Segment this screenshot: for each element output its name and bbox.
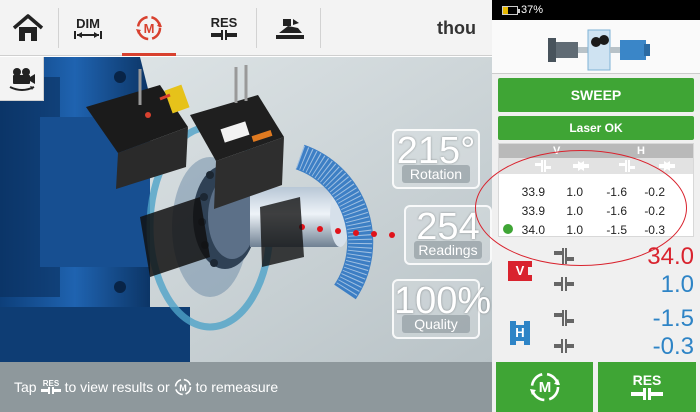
dim-label: DIM xyxy=(76,15,100,31)
table-header: V H xyxy=(499,144,693,158)
battery-icon xyxy=(502,5,520,15)
cell-v-offset: 33.9 xyxy=(521,185,545,199)
m-inline-icon: M xyxy=(173,377,193,397)
table-subheader xyxy=(499,158,693,174)
measure-button[interactable]: M xyxy=(120,0,178,56)
gap-coupling-icon xyxy=(573,161,589,171)
active-step-indicator xyxy=(122,53,176,56)
gap-coupling-icon xyxy=(554,277,574,291)
results-panel: 37% SWEEP Laser OK V H 33.9 1.0 -1.6 -0.… xyxy=(492,0,700,412)
cell-v-offset: 34.0 xyxy=(521,223,545,237)
offset-coupling-icon xyxy=(619,160,635,172)
cell-h-offset: -1.6 xyxy=(606,204,627,218)
instruction-bar: Tap RES to view results or M to remeasur… xyxy=(0,362,492,412)
sweep-button[interactable]: SWEEP xyxy=(498,78,694,112)
rotation-label: Rotation xyxy=(402,165,470,183)
home-button[interactable] xyxy=(0,0,56,56)
quality-label: Quality xyxy=(402,315,470,333)
remeasure-m-icon: M xyxy=(529,372,560,402)
res-label: RES xyxy=(210,14,238,30)
instruction-text-prefix: Tap xyxy=(14,379,37,395)
laser-status-badge: Laser OK xyxy=(498,116,694,140)
machine-train-button[interactable] xyxy=(262,0,318,56)
system-status-bar: 37% xyxy=(492,0,700,20)
measurement-3d-view[interactable]: 215° Rotation 254 Readings 100% Quality xyxy=(0,57,492,362)
quality-indicator: 100% Quality xyxy=(392,279,491,339)
cell-v-offset: 33.9 xyxy=(521,204,545,218)
cell-h-offset: -1.5 xyxy=(606,223,627,237)
res-inline-icon: RES xyxy=(40,378,62,396)
readings-table: V H 33.9 1.0 -1.6 -0.2 33.9 1.0 -1.6 -0.… xyxy=(498,143,694,237)
remeasure-button[interactable]: M xyxy=(496,362,593,412)
measure-m-icon: M xyxy=(136,15,162,41)
machine-train-icon xyxy=(548,29,650,71)
table-row[interactable]: 33.9 1.0 -1.6 -0.2 xyxy=(499,201,693,219)
offset-coupling-icon xyxy=(535,160,551,172)
view-rotate-button[interactable] xyxy=(0,57,44,101)
results-action-label: RES xyxy=(632,372,662,388)
cell-v-gap: 1.0 xyxy=(566,204,583,218)
results-button[interactable]: RES xyxy=(196,0,252,56)
toolbar-separator xyxy=(256,8,257,48)
horizontal-badge-letter: H xyxy=(515,325,525,340)
units-label[interactable]: thou xyxy=(437,18,476,39)
results-coupling-icon xyxy=(631,388,663,400)
rotation-indicator: 215° Rotation xyxy=(392,129,480,189)
camera-rotate-icon xyxy=(9,67,35,91)
horizontal-gap-value: -0.3 xyxy=(652,333,694,360)
col-header-v: V xyxy=(553,145,561,157)
readings-indicator: 254 Readings xyxy=(404,205,492,265)
cell-h-gap: -0.3 xyxy=(644,223,665,237)
machine-train-thumbnail[interactable] xyxy=(492,20,700,74)
res-inline-text: RES xyxy=(42,379,59,388)
vertical-badge-letter: V xyxy=(515,263,525,278)
dimension-arrows-icon xyxy=(74,30,102,39)
main-toolbar: DIM M RES thou xyxy=(0,0,492,56)
gap-coupling-icon xyxy=(659,161,675,171)
remeasure-m-text: M xyxy=(538,379,551,396)
measure-m-text: M xyxy=(144,21,155,36)
dimensions-button[interactable]: DIM xyxy=(60,0,116,56)
coupling-icon xyxy=(211,29,237,40)
results-action-button[interactable]: RES xyxy=(598,362,696,412)
vertical-results: V 34.0 1.0 xyxy=(498,242,694,298)
table-row[interactable]: 33.9 1.0 -1.6 -0.2 xyxy=(499,182,693,200)
col-header-h: H xyxy=(637,145,645,157)
readings-label: Readings xyxy=(414,241,482,259)
offset-coupling-icon xyxy=(554,248,574,264)
move-machine-icon xyxy=(276,19,304,39)
instruction-text-middle: to view results or xyxy=(64,379,170,395)
cell-h-gap: -0.2 xyxy=(644,185,665,199)
horizontal-offset-value: -1.5 xyxy=(652,305,694,332)
toolbar-separator xyxy=(58,8,59,48)
cell-v-gap: 1.0 xyxy=(566,223,583,237)
toolbar-separator xyxy=(320,8,321,48)
vertical-offset-value: 34.0 xyxy=(647,243,694,270)
cell-h-gap: -0.2 xyxy=(644,204,665,218)
gap-coupling-icon xyxy=(554,339,574,353)
offset-coupling-icon xyxy=(554,310,574,326)
m-inline-text: M xyxy=(179,383,187,393)
horizontal-results: H -1.5 -0.3 xyxy=(498,304,694,360)
home-icon xyxy=(12,14,44,41)
cell-h-offset: -1.6 xyxy=(606,185,627,199)
battery-percent: 37% xyxy=(521,4,544,16)
table-row[interactable]: 34.0 1.0 -1.5 -0.3 xyxy=(499,220,693,238)
cell-v-gap: 1.0 xyxy=(566,185,583,199)
vertical-gap-value: 1.0 xyxy=(660,271,694,298)
instruction-text-suffix: to remeasure xyxy=(195,379,279,395)
